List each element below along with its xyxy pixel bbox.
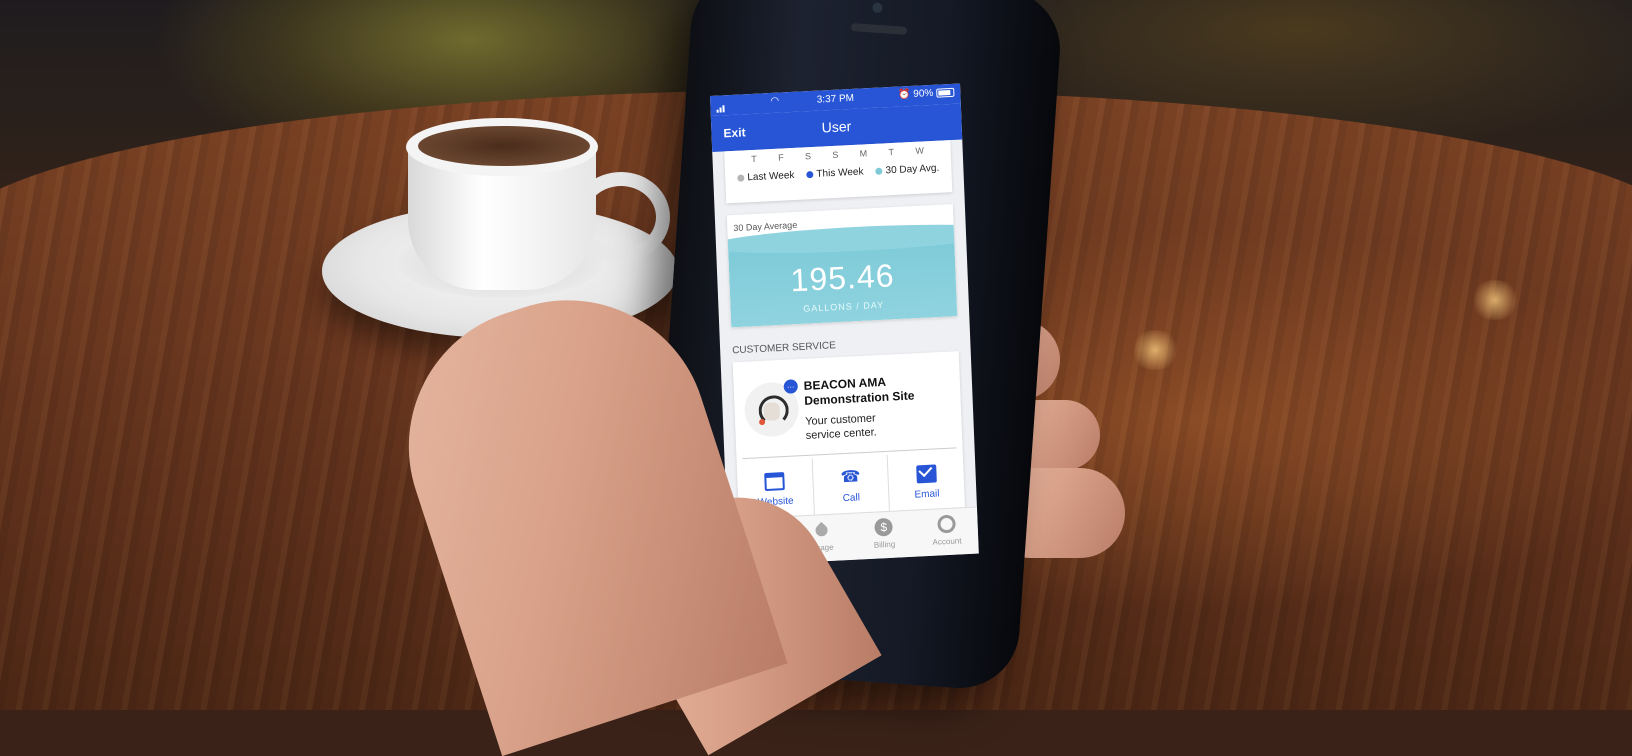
legend-item[interactable]: Last Week [737, 170, 795, 184]
tab-label: Billing [873, 539, 896, 550]
phone-icon: ☎ [840, 468, 861, 487]
legend-dot [737, 174, 745, 182]
page-title: User [821, 118, 852, 136]
legend-label: This Week [816, 166, 864, 180]
water-drop-icon [812, 521, 830, 539]
envelope-icon [915, 464, 937, 484]
call-button[interactable]: ☎ Call [811, 454, 890, 519]
legend-item[interactable]: 30 Day Avg. [875, 162, 940, 177]
battery-icon [936, 87, 955, 98]
weekday-label: F [777, 152, 784, 163]
weekday-label: T [888, 146, 895, 158]
call-label: Call [842, 492, 861, 505]
gauge-icon [936, 514, 956, 534]
weekly-usage-card: T F S S M T W Last Week This Week 30 Day… [724, 140, 953, 204]
light-glare [1130, 330, 1180, 370]
service-name: BEACON AMA Demonstration Site [803, 371, 964, 409]
legend-dot [875, 167, 883, 175]
weekday-label: M [859, 148, 868, 159]
legend-label: Last Week [747, 169, 795, 184]
alarm-icon: ⏰ [897, 89, 911, 101]
browser-window-icon [764, 472, 786, 492]
tab-billing[interactable]: $ Billing [852, 511, 916, 560]
weekday-label: S [804, 151, 812, 162]
dollar-icon: $ [874, 517, 894, 537]
weekday-label: S [832, 149, 839, 161]
service-description: Your customer service center. [805, 407, 966, 443]
email-button[interactable]: Email [887, 451, 966, 515]
tab-label: Account [932, 536, 962, 547]
legend-item[interactable]: This Week [806, 166, 864, 180]
customer-service-card: … BEACON AMA Demonstration Site Your cus… [732, 351, 966, 527]
app-screen: ◠ 3:37 PM ⏰ 90% Exit User T F S S M T W … [710, 83, 979, 566]
tab-account[interactable]: Account [914, 508, 978, 557]
legend-dot [806, 170, 814, 179]
email-label: Email [914, 488, 940, 501]
weekday-label: T [751, 153, 757, 165]
battery-percent: 90% [913, 87, 934, 100]
weekday-label: W [915, 145, 925, 156]
coffee [418, 126, 590, 166]
front-camera [872, 2, 883, 14]
average-usage-card[interactable]: 30 Day Average 195.46 GALLONS / DAY [726, 204, 958, 328]
legend-label: 30 Day Avg. [885, 162, 940, 177]
cup-handle [572, 172, 670, 262]
microphone-icon [759, 418, 766, 426]
earpiece-speaker [850, 23, 908, 35]
chat-bubble-icon: … [783, 379, 799, 394]
light-glare [1470, 280, 1520, 320]
